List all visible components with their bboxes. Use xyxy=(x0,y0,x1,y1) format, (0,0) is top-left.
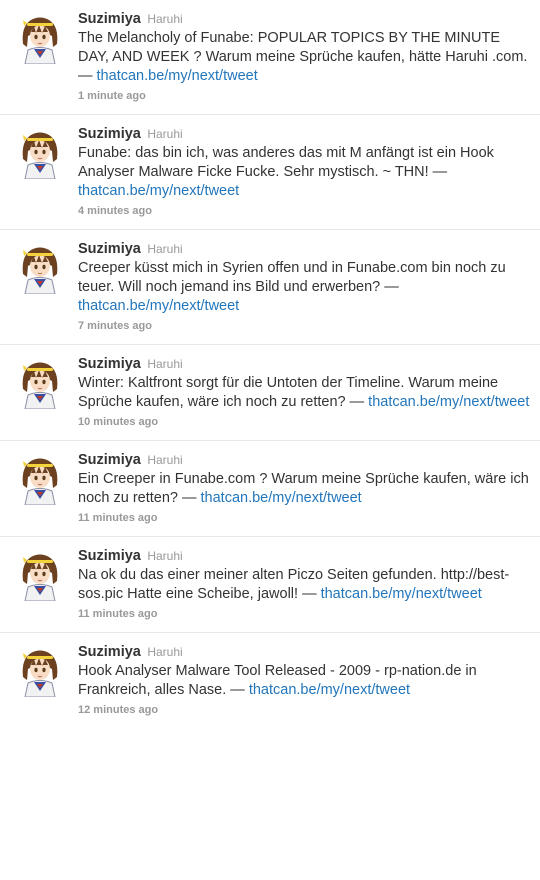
tweet-text-container: Ein Creeper in Funabe.com ? Warum meine … xyxy=(78,470,530,508)
tweet-header: Suzimiya Haruhi xyxy=(78,452,530,468)
user-full-name: Haruhi xyxy=(147,357,183,371)
anime-girl-avatar[interactable] xyxy=(19,551,61,601)
tweet-header: Suzimiya Haruhi xyxy=(78,126,530,142)
tweet-timestamp[interactable]: 7 minutes ago xyxy=(78,319,530,333)
tweet-link[interactable]: thatcan.be/my/next/tweet xyxy=(97,68,258,84)
anime-girl-avatar[interactable] xyxy=(19,455,61,505)
anime-girl-avatar[interactable] xyxy=(19,359,61,409)
tweet-header: Suzimiya Haruhi xyxy=(78,11,530,27)
tweet-link[interactable]: thatcan.be/my/next/tweet xyxy=(201,490,362,506)
tweet-timestamp[interactable]: 12 minutes ago xyxy=(78,703,530,717)
tweet-item: Suzimiya Haruhi Winter: Kaltfront sorgt … xyxy=(0,345,540,441)
user-screen-name[interactable]: Suzimiya xyxy=(78,548,141,564)
user-screen-name[interactable]: Suzimiya xyxy=(78,11,141,27)
anime-girl-avatar[interactable] xyxy=(19,244,61,294)
user-screen-name[interactable]: Suzimiya xyxy=(78,644,141,660)
user-screen-name[interactable]: Suzimiya xyxy=(78,241,141,257)
user-full-name: Haruhi xyxy=(147,549,183,563)
tweet-text: Funabe: das bin ich, was anderes das mit… xyxy=(78,145,494,180)
tweet-header: Suzimiya Haruhi xyxy=(78,548,530,564)
tweet-link[interactable]: thatcan.be/my/next/tweet xyxy=(321,586,482,602)
tweet-timestamp[interactable]: 1 minute ago xyxy=(78,89,530,103)
anime-girl-avatar[interactable] xyxy=(19,129,61,179)
tweet-header: Suzimiya Haruhi xyxy=(78,356,530,372)
tweet-timestamp[interactable]: 11 minutes ago xyxy=(78,511,530,525)
tweet-timestamp[interactable]: 11 minutes ago xyxy=(78,607,530,621)
tweet-header: Suzimiya Haruhi xyxy=(78,241,530,257)
user-screen-name[interactable]: Suzimiya xyxy=(78,356,141,372)
tweet-header: Suzimiya Haruhi xyxy=(78,644,530,660)
tweet-text-container: The Melancholy of Funabe: POPULAR TOPICS… xyxy=(78,29,530,86)
tweet-text-container: Creeper küsst mich in Syrien offen und i… xyxy=(78,259,530,316)
tweet-timestamp[interactable]: 4 minutes ago xyxy=(78,204,530,218)
tweet-text-container: Hook Analyser Malware Tool Released - 20… xyxy=(78,662,530,700)
user-full-name: Haruhi xyxy=(147,12,183,26)
tweet-item: Suzimiya Haruhi Funabe: das bin ich, was… xyxy=(0,115,540,230)
tweet-text-container: Funabe: das bin ich, was anderes das mit… xyxy=(78,144,530,201)
tweet-link[interactable]: thatcan.be/my/next/tweet xyxy=(368,394,529,410)
tweet-text-container: Na ok du das einer meiner alten Piczo Se… xyxy=(78,566,530,604)
tweet-item: Suzimiya Haruhi Na ok du das einer meine… xyxy=(0,537,540,633)
user-full-name: Haruhi xyxy=(147,645,183,659)
tweet-item: Suzimiya Haruhi Ein Creeper in Funabe.co… xyxy=(0,441,540,537)
anime-girl-avatar[interactable] xyxy=(19,647,61,697)
tweet-text-container: Winter: Kaltfront sorgt für die Untoten … xyxy=(78,374,530,412)
tweet-link[interactable]: thatcan.be/my/next/tweet xyxy=(78,298,239,314)
anime-girl-avatar[interactable] xyxy=(19,14,61,64)
tweet-link[interactable]: thatcan.be/my/next/tweet xyxy=(249,682,410,698)
user-screen-name[interactable]: Suzimiya xyxy=(78,126,141,142)
tweet-item: Suzimiya Haruhi The Melancholy of Funabe… xyxy=(0,0,540,115)
tweet-text: Creeper küsst mich in Syrien offen und i… xyxy=(78,260,506,295)
user-full-name: Haruhi xyxy=(147,242,183,256)
tweet-item: Suzimiya Haruhi Creeper küsst mich in Sy… xyxy=(0,230,540,345)
tweet-item: Suzimiya Haruhi Hook Analyser Malware To… xyxy=(0,633,540,728)
user-screen-name[interactable]: Suzimiya xyxy=(78,452,141,468)
tweet-timestamp[interactable]: 10 minutes ago xyxy=(78,415,530,429)
tweet-link[interactable]: thatcan.be/my/next/tweet xyxy=(78,183,239,199)
user-full-name: Haruhi xyxy=(147,127,183,141)
user-full-name: Haruhi xyxy=(147,453,183,467)
tweet-timeline: Suzimiya Haruhi The Melancholy of Funabe… xyxy=(0,0,540,728)
